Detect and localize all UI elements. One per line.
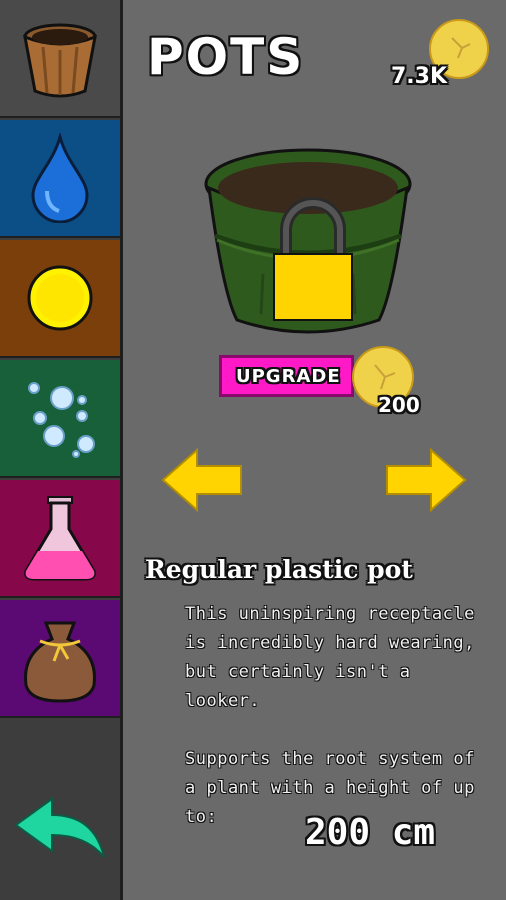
tab-water[interactable] (0, 120, 120, 238)
tab-seeds[interactable] (0, 600, 120, 718)
coin-icon (27, 265, 93, 331)
seed-bag-icon (24, 621, 96, 703)
item-description: This uninspiring receptacle is incredibl… (185, 600, 495, 832)
description-text: This uninspiring receptacle is incredibl… (185, 604, 475, 711)
tab-coins[interactable] (0, 240, 120, 358)
upgrade-label: UPGRADE (236, 365, 341, 387)
tab-nutrients[interactable] (0, 360, 120, 478)
tab-potions[interactable] (0, 480, 120, 598)
upgrade-button[interactable]: UPGRADE (219, 355, 354, 397)
upgrade-cost: 200 (378, 393, 420, 417)
back-arrow-icon (14, 797, 105, 858)
flask-icon (24, 496, 96, 581)
tab-pots[interactable] (0, 0, 120, 118)
previous-arrow-icon[interactable] (161, 448, 243, 512)
next-arrow-icon[interactable] (385, 448, 467, 512)
water-drop-icon (31, 133, 89, 223)
bubbles-icon (28, 382, 95, 458)
back-button[interactable] (0, 780, 120, 880)
item-name: Regular plastic pot (145, 555, 413, 584)
page-title: POTS (147, 28, 305, 86)
max-height-value: 200 cm (305, 812, 436, 853)
coin-balance: 7.3K (391, 64, 448, 89)
pots-shop-panel: POTS 7.3K UPGRADE 200 Regular plastic po… (123, 0, 506, 900)
pot-icon (23, 23, 97, 98)
category-sidebar (0, 0, 123, 900)
lock-icon (273, 197, 353, 321)
